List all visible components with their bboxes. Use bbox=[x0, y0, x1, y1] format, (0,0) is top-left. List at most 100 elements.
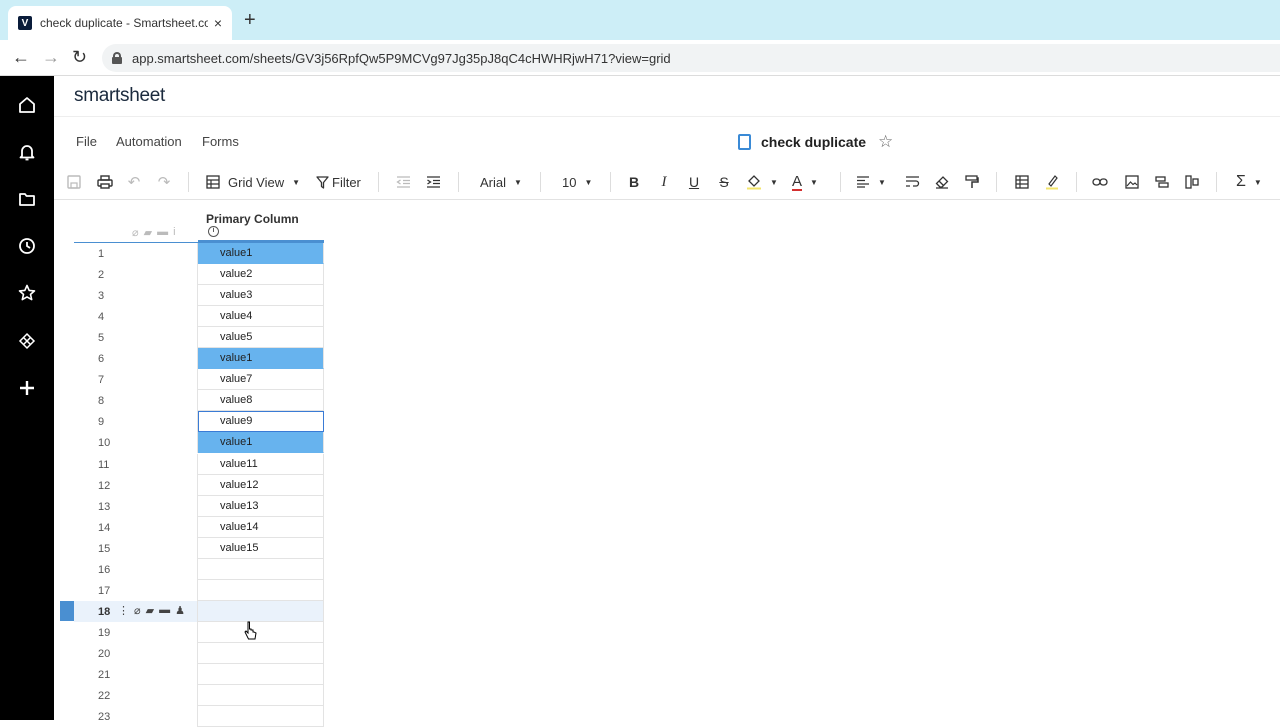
primary-column-cell[interactable]: value14 bbox=[198, 516, 324, 538]
strikethrough-button[interactable]: S bbox=[716, 172, 732, 192]
row-number[interactable]: 10 bbox=[74, 432, 198, 454]
row-number[interactable]: 22 bbox=[74, 685, 198, 707]
row-selection-marker[interactable] bbox=[60, 600, 74, 621]
sheet-title[interactable]: check duplicate bbox=[761, 134, 866, 150]
table-row[interactable]: 16 bbox=[74, 558, 324, 580]
undo-icon[interactable]: ↶ bbox=[126, 172, 142, 192]
table-row[interactable]: 4 value4 bbox=[74, 306, 324, 328]
back-button[interactable]: ← bbox=[12, 47, 30, 67]
menu-forms[interactable]: Forms bbox=[202, 134, 239, 149]
primary-column-cell[interactable] bbox=[198, 600, 324, 622]
table-row[interactable]: 1 value1 bbox=[74, 243, 324, 264]
menu-file[interactable]: File bbox=[76, 134, 97, 149]
table-row[interactable]: 22 bbox=[74, 685, 324, 707]
primary-column-cell[interactable]: value5 bbox=[198, 327, 324, 349]
print-icon[interactable] bbox=[96, 172, 114, 192]
row-number[interactable]: 13 bbox=[74, 495, 198, 517]
text-color-button[interactable]: A ▼ bbox=[792, 172, 818, 192]
primary-column-cell[interactable]: value11 bbox=[198, 453, 324, 475]
recents-clock-icon[interactable] bbox=[0, 234, 54, 258]
column-properties-icon[interactable] bbox=[1184, 172, 1200, 192]
table-row[interactable]: 6 value1 bbox=[74, 348, 324, 370]
primary-column-cell[interactable] bbox=[198, 579, 324, 601]
primary-column-cell[interactable]: value1 bbox=[198, 243, 324, 264]
wrap-text-icon[interactable] bbox=[904, 172, 920, 192]
insert-image-icon[interactable] bbox=[1124, 172, 1140, 192]
favorites-star-icon[interactable] bbox=[0, 281, 54, 305]
font-size-dropdown[interactable]: 10 ▼ bbox=[562, 172, 592, 192]
browser-tab[interactable]: V check duplicate - Smartsheet.com × bbox=[8, 6, 232, 40]
row-number[interactable]: 14 bbox=[74, 516, 198, 538]
indent-icon[interactable] bbox=[424, 172, 442, 192]
row-number[interactable]: 5 bbox=[74, 327, 198, 349]
create-plus-icon[interactable] bbox=[0, 376, 54, 400]
favorite-star-icon[interactable]: ☆ bbox=[878, 132, 893, 152]
url-bar[interactable]: app.smartsheet.com/sheets/GV3j56RpfQw5P9… bbox=[102, 44, 1280, 72]
primary-column-cell[interactable]: value7 bbox=[198, 369, 324, 391]
fill-color-button[interactable]: ▼ bbox=[746, 172, 778, 192]
primary-column-cell[interactable]: value2 bbox=[198, 264, 324, 286]
underline-button[interactable]: U bbox=[686, 172, 702, 192]
primary-column-cell[interactable] bbox=[198, 664, 324, 685]
reminder-bell-icon[interactable]: ♟ bbox=[175, 604, 185, 617]
proofing-icon[interactable]: ▬ bbox=[159, 604, 170, 617]
notifications-bell-icon[interactable] bbox=[0, 140, 54, 164]
comment-icon[interactable]: ▰ bbox=[146, 604, 154, 617]
browse-folder-icon[interactable] bbox=[0, 187, 54, 211]
primary-column-cell[interactable]: value9 bbox=[198, 411, 324, 433]
primary-column-cell[interactable]: value13 bbox=[198, 495, 324, 517]
outdent-icon[interactable] bbox=[394, 172, 412, 192]
table-row[interactable]: 11 value11 bbox=[74, 453, 324, 475]
table-row[interactable]: 7 value7 bbox=[74, 369, 324, 391]
table-row[interactable]: 3 value3 bbox=[74, 285, 324, 307]
primary-column-cell[interactable]: value3 bbox=[198, 285, 324, 307]
primary-column-cell[interactable]: value1 bbox=[198, 432, 324, 454]
table-row[interactable]: 9 value9 bbox=[74, 411, 324, 433]
new-tab-button[interactable]: + bbox=[244, 10, 256, 30]
primary-column-cell[interactable]: value1 bbox=[198, 348, 324, 370]
row-number[interactable]: 9 bbox=[74, 411, 198, 433]
clear-format-eraser-icon[interactable] bbox=[934, 172, 950, 192]
table-row[interactable]: 23 bbox=[74, 706, 324, 727]
table-row[interactable]: 13 value13 bbox=[74, 495, 324, 517]
tab-close-icon[interactable]: × bbox=[214, 15, 222, 31]
row-number[interactable]: 16 bbox=[74, 558, 198, 580]
table-row[interactable]: 18 ⋮ ⌀ ▰ ▬ ♟ bbox=[74, 600, 324, 622]
table-row[interactable]: 21 bbox=[74, 664, 324, 685]
redo-icon[interactable]: ↷ bbox=[156, 172, 172, 192]
row-number[interactable]: 3 bbox=[74, 285, 198, 307]
forward-button[interactable]: → bbox=[42, 47, 60, 67]
conditional-format-table-icon[interactable] bbox=[1014, 172, 1030, 192]
table-row[interactable]: 17 bbox=[74, 579, 324, 601]
filter-button[interactable]: Filter bbox=[316, 172, 361, 192]
row-number[interactable]: 17 bbox=[74, 579, 198, 601]
row-number[interactable]: 23 bbox=[74, 706, 198, 727]
font-family-dropdown[interactable]: Arial ▼ bbox=[480, 172, 522, 192]
table-row[interactable]: 2 value2 bbox=[74, 264, 324, 286]
row-number[interactable]: 11 bbox=[74, 453, 198, 475]
home-icon[interactable] bbox=[0, 93, 54, 117]
italic-button[interactable]: I bbox=[656, 172, 672, 192]
attachment-icon[interactable]: ⌀ bbox=[134, 604, 141, 617]
sum-function-dropdown[interactable]: Σ ▼ bbox=[1236, 172, 1262, 192]
row-number[interactable]: 2 bbox=[74, 264, 198, 286]
primary-column-header[interactable]: Primary Column bbox=[206, 212, 299, 226]
bold-button[interactable]: B bbox=[626, 172, 642, 192]
row-number[interactable]: 12 bbox=[74, 474, 198, 496]
table-row[interactable]: 19 bbox=[74, 621, 324, 643]
table-row[interactable]: 14 value14 bbox=[74, 516, 324, 538]
primary-column-cell[interactable]: value4 bbox=[198, 306, 324, 328]
row-number[interactable]: 7 bbox=[74, 369, 198, 391]
table-row[interactable]: 15 value15 bbox=[74, 537, 324, 559]
row-number[interactable]: 1 bbox=[74, 243, 198, 264]
row-number[interactable]: 15 bbox=[74, 537, 198, 559]
align-button[interactable]: ▼ bbox=[856, 172, 886, 192]
row-number[interactable]: 21 bbox=[74, 664, 198, 685]
save-icon[interactable] bbox=[66, 172, 82, 192]
table-row[interactable]: 8 value8 bbox=[74, 390, 324, 412]
row-number[interactable]: 6 bbox=[74, 348, 198, 370]
row-menu-icon[interactable]: ⋮ bbox=[118, 604, 129, 617]
format-painter-icon[interactable] bbox=[964, 172, 980, 192]
primary-column-cell[interactable]: value12 bbox=[198, 474, 324, 496]
primary-column-cell[interactable] bbox=[198, 685, 324, 707]
